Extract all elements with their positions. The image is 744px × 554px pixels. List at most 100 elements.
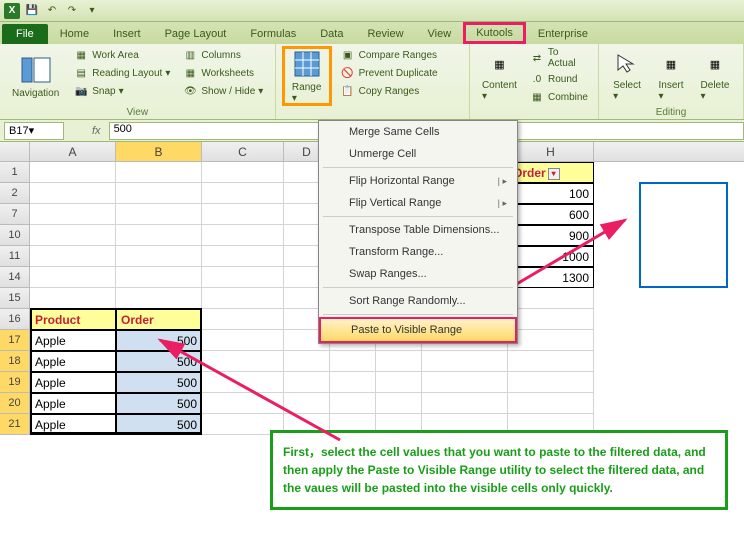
compare-ranges-button[interactable]: ▣Compare Ranges xyxy=(336,46,442,64)
cell-G20[interactable] xyxy=(422,393,508,414)
cell-G18[interactable] xyxy=(422,351,508,372)
prevent-duplicate-button[interactable]: 🚫Prevent Duplicate xyxy=(336,64,442,82)
row-header-16[interactable]: 16 xyxy=(0,309,30,330)
qat-dropdown-icon[interactable]: ▾ xyxy=(84,3,100,19)
snap-button[interactable]: 📷Snap▾ xyxy=(69,82,174,100)
row-header-10[interactable]: 10 xyxy=(0,225,30,246)
row-header-17[interactable]: 17 xyxy=(0,330,30,351)
tab-file[interactable]: File xyxy=(2,24,48,44)
cell-H18[interactable] xyxy=(508,351,594,372)
cell-A20[interactable]: Apple xyxy=(30,393,116,414)
content-button[interactable]: ▦ Content▾ xyxy=(476,46,523,106)
cell-B14[interactable] xyxy=(116,267,202,288)
work-area-button[interactable]: ▦Work Area xyxy=(69,46,174,64)
cell-H10[interactable]: 900 xyxy=(508,225,594,246)
tab-formulas[interactable]: Formulas xyxy=(238,24,308,44)
cell-C1[interactable] xyxy=(202,162,284,183)
cell-A2[interactable] xyxy=(30,183,116,204)
cell-B15[interactable] xyxy=(116,288,202,309)
cell-E20[interactable] xyxy=(330,393,376,414)
save-icon[interactable]: 💾 xyxy=(24,3,40,19)
select-button[interactable]: Select▾ xyxy=(605,46,649,106)
cell-C18[interactable] xyxy=(202,351,284,372)
delete-button[interactable]: ▦ Delete▾ xyxy=(693,46,737,106)
cell-B1[interactable] xyxy=(116,162,202,183)
filter-dropdown-icon[interactable]: ▾ xyxy=(548,168,560,180)
navigation-button[interactable]: Navigation xyxy=(6,46,65,106)
menu-paste-visible-range[interactable]: Paste to Visible Range xyxy=(319,317,517,343)
cell-C17[interactable] xyxy=(202,330,284,351)
redo-icon[interactable]: ↷ xyxy=(64,3,80,19)
cell-C16[interactable] xyxy=(202,309,284,330)
tab-kutools[interactable]: Kutools xyxy=(463,22,526,44)
cell-C15[interactable] xyxy=(202,288,284,309)
cell-H1[interactable]: Order▾ xyxy=(508,162,594,183)
tab-page-layout[interactable]: Page Layout xyxy=(153,24,239,44)
cell-A15[interactable] xyxy=(30,288,116,309)
row-header-11[interactable]: 11 xyxy=(0,246,30,267)
cell-A16[interactable]: Product xyxy=(30,309,116,330)
cell-B21[interactable]: 500 xyxy=(116,414,202,435)
cell-H14[interactable]: 1300 xyxy=(508,267,594,288)
menu-swap-ranges[interactable]: Swap Ranges... xyxy=(319,263,517,285)
cell-C19[interactable] xyxy=(202,372,284,393)
cell-C14[interactable] xyxy=(202,267,284,288)
column-header-B[interactable]: B xyxy=(116,142,202,161)
row-header-21[interactable]: 21 xyxy=(0,414,30,435)
select-all-corner[interactable] xyxy=(0,142,30,161)
row-header-1[interactable]: 1 xyxy=(0,162,30,183)
cell-F19[interactable] xyxy=(376,372,422,393)
cell-A19[interactable]: Apple xyxy=(30,372,116,393)
cell-A1[interactable] xyxy=(30,162,116,183)
cell-G19[interactable] xyxy=(422,372,508,393)
cell-B10[interactable] xyxy=(116,225,202,246)
cell-F18[interactable] xyxy=(376,351,422,372)
cell-C20[interactable] xyxy=(202,393,284,414)
menu-unmerge-cell[interactable]: Unmerge Cell xyxy=(319,143,517,165)
cell-A18[interactable]: Apple xyxy=(30,351,116,372)
row-header-18[interactable]: 18 xyxy=(0,351,30,372)
cell-H17[interactable] xyxy=(508,330,594,351)
round-button[interactable]: .0Round xyxy=(525,70,592,88)
cell-D18[interactable] xyxy=(284,351,330,372)
cell-B17[interactable]: 500 xyxy=(116,330,202,351)
menu-flip-horizontal[interactable]: Flip Horizontal Range| ▸ xyxy=(319,170,517,192)
show-hide-button[interactable]: 👁Show / Hide▾ xyxy=(178,82,267,100)
cell-B19[interactable]: 500 xyxy=(116,372,202,393)
menu-flip-vertical[interactable]: Flip Vertical Range| ▸ xyxy=(319,192,517,214)
cell-C11[interactable] xyxy=(202,246,284,267)
copy-ranges-button[interactable]: 📋Copy Ranges xyxy=(336,82,442,100)
combine-button[interactable]: ▦Combine xyxy=(525,88,592,106)
cell-D19[interactable] xyxy=(284,372,330,393)
cell-A7[interactable] xyxy=(30,204,116,225)
column-header-A[interactable]: A xyxy=(30,142,116,161)
cell-A14[interactable] xyxy=(30,267,116,288)
columns-button[interactable]: ▥Columns xyxy=(178,46,267,64)
menu-merge-same-cells[interactable]: Merge Same Cells xyxy=(319,121,517,143)
cell-H19[interactable] xyxy=(508,372,594,393)
column-header-C[interactable]: C xyxy=(202,142,284,161)
tab-data[interactable]: Data xyxy=(308,24,355,44)
cell-H7[interactable]: 600 xyxy=(508,204,594,225)
cell-B18[interactable]: 500 xyxy=(116,351,202,372)
cell-B16[interactable]: Order xyxy=(116,309,202,330)
cell-C2[interactable] xyxy=(202,183,284,204)
cell-H16[interactable] xyxy=(508,309,594,330)
cell-B2[interactable] xyxy=(116,183,202,204)
row-header-15[interactable]: 15 xyxy=(0,288,30,309)
row-header-14[interactable]: 14 xyxy=(0,267,30,288)
range-button[interactable]: Range▾ xyxy=(282,46,332,106)
cell-H11[interactable]: 1000 xyxy=(508,246,594,267)
row-header-2[interactable]: 2 xyxy=(0,183,30,204)
cell-B11[interactable] xyxy=(116,246,202,267)
cell-B20[interactable]: 500 xyxy=(116,393,202,414)
cell-A17[interactable]: Apple xyxy=(30,330,116,351)
cell-E19[interactable] xyxy=(330,372,376,393)
row-header-7[interactable]: 7 xyxy=(0,204,30,225)
tab-enterprise[interactable]: Enterprise xyxy=(526,24,600,44)
cell-C10[interactable] xyxy=(202,225,284,246)
worksheets-button[interactable]: ▦Worksheets xyxy=(178,64,267,82)
menu-sort-random[interactable]: Sort Range Randomly... xyxy=(319,290,517,312)
name-box[interactable]: B17 ▾ xyxy=(4,122,64,140)
cell-B7[interactable] xyxy=(116,204,202,225)
